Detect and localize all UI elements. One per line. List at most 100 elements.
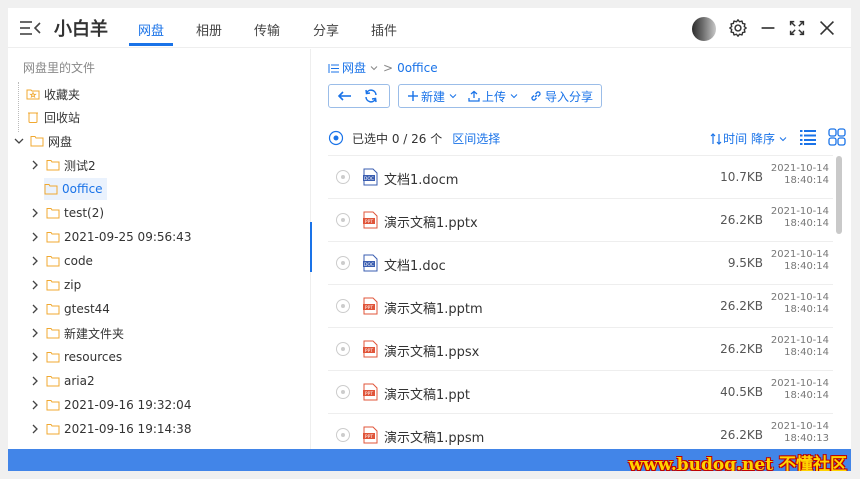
file-date: 2021-10-14 18:40:13: [771, 421, 829, 445]
new-button[interactable]: 新建: [403, 85, 464, 107]
tab-album[interactable]: 相册: [196, 20, 222, 39]
sidebar-item-recycle[interactable]: 回收站: [26, 106, 80, 128]
selection-bar: 已选中 0 / 26 个 区间选择 时间 降序: [328, 127, 848, 149]
chevron-right-icon[interactable]: [28, 206, 42, 220]
chevron-right-icon[interactable]: [28, 398, 42, 412]
chevron-right-icon[interactable]: [28, 302, 42, 316]
svg-text:PPT: PPT: [365, 434, 373, 440]
file-row[interactable]: DOC 文档1.docm 10.7KB 2021-10-14 18:40:14: [328, 155, 833, 198]
list-view-icon[interactable]: [798, 127, 818, 147]
sidebar-folder-item[interactable]: 2021-09-25 09:56:43: [28, 226, 191, 248]
file-select-radio[interactable]: [336, 213, 350, 227]
sidebar-folder-item[interactable]: 新建文件夹: [28, 322, 124, 344]
file-select-radio[interactable]: [336, 256, 350, 270]
sidebar-item-favorites[interactable]: 收藏夹: [26, 83, 80, 105]
sort-dropdown[interactable]: 时间 降序: [709, 130, 788, 147]
file-row[interactable]: PPT 演示文稿1.pptm 26.2KB 2021-10-14 18:40:14: [328, 284, 833, 327]
file-date-day: 2021-10-14: [770, 292, 829, 303]
tab-share[interactable]: 分享: [313, 20, 339, 39]
file-row[interactable]: PPT 演示文稿1.pptx 26.2KB 2021-10-14 18:40:14: [328, 198, 833, 241]
file-date-time: 18:40:13: [784, 433, 829, 444]
folder-icon: [46, 304, 60, 315]
arrow-left-icon: [337, 91, 351, 101]
sidebar-folder-item[interactable]: gtest44: [28, 298, 110, 320]
file-list-scrollbar[interactable]: [836, 156, 842, 234]
gear-icon[interactable]: [727, 17, 749, 39]
tab-transfer[interactable]: 传输: [254, 20, 280, 39]
upload-button[interactable]: 上传: [464, 85, 525, 107]
breadcrumb-current[interactable]: 0office: [397, 61, 438, 75]
file-row[interactable]: PPT 演示文稿1.ppsx 26.2KB 2021-10-14 18:40:14: [328, 327, 833, 370]
file-name[interactable]: 文档1.doc: [384, 255, 446, 274]
chevron-right-icon[interactable]: [28, 422, 42, 436]
grid-view-icon[interactable]: [826, 126, 848, 148]
sidebar-item-root[interactable]: 网盘: [12, 130, 72, 152]
svg-text:PPT: PPT: [365, 305, 373, 311]
file-size: 10.7KB: [720, 170, 763, 184]
folder-icon: [46, 352, 60, 363]
sort-icon: [710, 132, 722, 145]
chevron-down-icon[interactable]: [369, 63, 379, 73]
sidebar-folder-item[interactable]: aria2: [28, 370, 95, 392]
sidebar-folder-item[interactable]: resources: [28, 346, 122, 368]
file-date-day: 2021-10-14: [770, 335, 829, 346]
file-name[interactable]: 文档1.docm: [384, 169, 458, 188]
back-button[interactable]: [333, 85, 359, 107]
file-name[interactable]: 演示文稿1.pptx: [384, 212, 478, 231]
svg-text:PPT: PPT: [365, 219, 373, 225]
minimize-icon[interactable]: [757, 17, 779, 39]
refresh-button[interactable]: [359, 85, 385, 107]
folder-icon: [46, 160, 60, 171]
close-icon[interactable]: [816, 17, 838, 39]
file-select-radio[interactable]: [336, 385, 350, 399]
file-select-radio[interactable]: [336, 170, 350, 184]
header: 小白羊 网盘 相册 传输 分享 插件: [8, 8, 851, 48]
sidebar-title: 网盘里的文件: [23, 61, 96, 75]
file-date-time: 18:40:14: [784, 390, 829, 401]
range-select-link[interactable]: 区间选择: [452, 130, 500, 147]
sidebar-folder-label: 测试2: [64, 158, 96, 173]
sidebar-folder-item[interactable]: 2021-09-16 19:14:38: [28, 418, 191, 440]
select-all-icon[interactable]: [328, 130, 344, 146]
maximize-icon[interactable]: [786, 17, 808, 39]
avatar[interactable]: [692, 17, 716, 41]
chevron-right-icon[interactable]: [28, 230, 42, 244]
folder-icon: [46, 232, 60, 243]
sidebar-item-label: 收藏夹: [44, 87, 81, 102]
sidebar-folder-item[interactable]: 0office: [44, 178, 107, 200]
sidebar-item-label: 网盘: [48, 134, 73, 149]
file-date: 2021-10-14 18:40:14: [771, 335, 829, 359]
link-icon: [531, 91, 541, 101]
file-date-day: 2021-10-14: [770, 249, 829, 260]
file-select-radio[interactable]: [336, 428, 350, 442]
chevron-down-icon: [449, 94, 457, 99]
file-row[interactable]: DOC 文档1.doc 9.5KB 2021-10-14 18:40:14: [328, 241, 833, 284]
file-select-radio[interactable]: [336, 342, 350, 356]
menu-icon[interactable]: [18, 16, 42, 40]
file-name[interactable]: 演示文稿1.ppsx: [384, 341, 479, 360]
sidebar-folder-item[interactable]: zip: [28, 274, 81, 296]
tab-plugins[interactable]: 插件: [371, 20, 397, 39]
chevron-right-icon[interactable]: [28, 158, 42, 172]
breadcrumb-root[interactable]: 网盘: [342, 59, 366, 76]
file-select-radio[interactable]: [336, 299, 350, 313]
import-share-button[interactable]: 导入分享: [525, 85, 597, 107]
sidebar-folder-item[interactable]: 测试2: [28, 154, 96, 176]
file-row[interactable]: PPT 演示文稿1.ppt 40.5KB 2021-10-14 18:40:14: [328, 370, 833, 413]
chevron-right-icon[interactable]: [28, 350, 42, 364]
folder-icon: [46, 208, 60, 219]
file-name[interactable]: 演示文稿1.pptm: [384, 298, 483, 317]
chevron-right-icon[interactable]: [28, 254, 42, 268]
sidebar-folder-label: resources: [64, 350, 123, 364]
file-name[interactable]: 演示文稿1.ppsm: [384, 427, 484, 446]
chevron-right-icon[interactable]: [28, 326, 42, 340]
sidebar-folder-item[interactable]: test(2): [28, 202, 104, 224]
sidebar-folder-item[interactable]: code: [28, 250, 93, 272]
tab-netdisk[interactable]: 网盘: [138, 20, 164, 39]
file-name[interactable]: 演示文稿1.ppt: [384, 384, 470, 403]
chevron-down-icon[interactable]: [12, 134, 26, 148]
powerpoint-file-icon: PPT: [363, 211, 378, 229]
chevron-right-icon[interactable]: [28, 278, 42, 292]
sidebar-folder-item[interactable]: 2021-09-16 19:32:04: [28, 394, 191, 416]
chevron-right-icon[interactable]: [28, 374, 42, 388]
